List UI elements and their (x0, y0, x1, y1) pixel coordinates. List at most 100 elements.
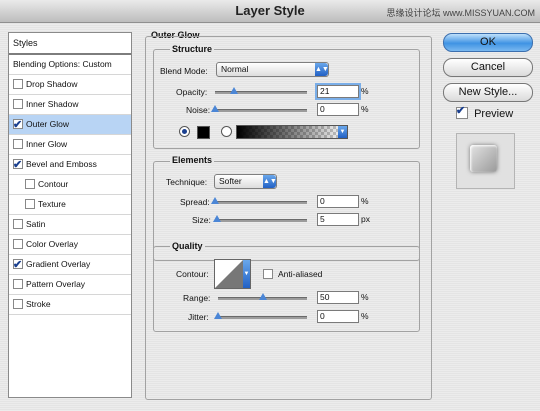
jitter-input[interactable]: 0 (317, 310, 359, 323)
jitter-unit: % (361, 311, 369, 321)
style-item-label: Blending Options: Custom (13, 59, 112, 69)
range-label: Range: (183, 293, 211, 303)
noise-label: Noise: (186, 105, 211, 115)
new-style-button[interactable]: New Style... (443, 83, 533, 102)
style-item-outer-glow[interactable]: Outer Glow (9, 115, 131, 135)
glow-gradient-picker[interactable]: ▼ (236, 125, 348, 139)
size-slider-thumb[interactable] (212, 215, 221, 222)
chevron-updown-icon: ▲▼ (263, 175, 277, 188)
cancel-button[interactable]: Cancel (443, 58, 533, 77)
contour-label: Contour: (176, 269, 209, 279)
style-item-label: Satin (26, 219, 46, 229)
title-bar: Layer Style 思缘设计论坛 www.MISSYUAN.COM (0, 0, 540, 23)
jitter-slider[interactable] (214, 312, 307, 319)
technique-value: Softer (219, 176, 242, 186)
range-slider[interactable] (218, 293, 307, 300)
range-unit: % (361, 292, 369, 302)
noise-unit: % (361, 104, 369, 114)
style-item-label: Inner Glow (26, 139, 68, 149)
structure-title: Structure (170, 44, 215, 54)
spread-slider-thumb[interactable] (211, 197, 219, 204)
size-input[interactable]: 5 (317, 213, 359, 226)
size-unit: px (361, 214, 370, 224)
style-item-label: Color Overlay (26, 239, 78, 249)
noise-slider-thumb[interactable] (211, 105, 219, 112)
solid-color-radio[interactable] (179, 126, 190, 137)
style-item-checkbox[interactable] (13, 278, 23, 289)
style-item-contour[interactable]: Contour (9, 175, 131, 195)
opacity-label: Opacity: (176, 87, 208, 97)
anti-aliased-checkbox[interactable] (263, 269, 273, 279)
opacity-slider-thumb[interactable] (230, 87, 239, 94)
quality-title: Quality (170, 241, 205, 251)
style-item-label: Contour (38, 179, 69, 189)
style-item-checkbox[interactable] (25, 178, 35, 189)
style-item-gradient-overlay[interactable]: Gradient Overlay (9, 255, 131, 275)
style-preview (456, 133, 515, 189)
chevron-down-icon: ▼ (338, 126, 347, 138)
jitter-slider-thumb[interactable] (214, 312, 222, 319)
technique-label: Technique: (166, 177, 208, 187)
preview-checkbox[interactable] (456, 104, 468, 120)
style-item-stroke[interactable]: Stroke (9, 295, 131, 315)
glow-color-swatch[interactable] (197, 126, 210, 139)
style-item-label: Texture (38, 199, 66, 209)
style-item-checkbox[interactable] (13, 98, 23, 109)
outer-glow-panel: Outer Glow Structure Blend Mode: Normal … (143, 30, 432, 402)
style-item-checkbox[interactable] (13, 78, 23, 89)
style-item-label: Drop Shadow (26, 79, 78, 89)
preview-toggle[interactable]: Preview (456, 104, 513, 120)
spread-input[interactable]: 0 (317, 195, 359, 208)
style-item-label: Gradient Overlay (26, 259, 91, 269)
style-item-label: Pattern Overlay (26, 279, 86, 289)
blend-mode-label: Blend Mode: (160, 66, 208, 76)
chevron-updown-icon: ▲▼ (315, 63, 329, 76)
style-item-checkbox[interactable] (13, 298, 23, 309)
style-item-checkbox[interactable] (13, 138, 23, 149)
noise-input[interactable]: 0 (317, 103, 359, 116)
style-item-inner-shadow[interactable]: Inner Shadow (9, 95, 131, 115)
spread-unit: % (361, 196, 369, 206)
style-item-bevel-and-emboss[interactable]: Bevel and Emboss (9, 155, 131, 175)
size-slider[interactable] (212, 215, 307, 222)
style-item-blending-options-custom[interactable]: Blending Options: Custom (9, 55, 131, 75)
style-item-label: Outer Glow (26, 119, 69, 129)
size-label: Size: (192, 215, 211, 225)
anti-aliased-label: Anti-aliased (278, 269, 323, 279)
style-item-checkbox[interactable] (13, 156, 23, 175)
jitter-label: Jitter: (188, 312, 209, 322)
style-item-inner-glow[interactable]: Inner Glow (9, 135, 131, 155)
blend-mode-select[interactable]: Normal ▲▼ (216, 62, 329, 77)
spread-slider[interactable] (211, 197, 307, 204)
range-input[interactable]: 50 (317, 291, 359, 304)
style-item-label: Bevel and Emboss (26, 159, 97, 169)
style-item-texture[interactable]: Texture (9, 195, 131, 215)
preview-thumbnail (470, 145, 497, 172)
gradient-radio[interactable] (221, 126, 232, 137)
style-item-drop-shadow[interactable]: Drop Shadow (9, 75, 131, 95)
style-item-pattern-overlay[interactable]: Pattern Overlay (9, 275, 131, 295)
style-item-checkbox[interactable] (25, 198, 35, 209)
elements-title: Elements (170, 155, 215, 165)
watermark: 思缘设计论坛 www.MISSYUAN.COM (386, 8, 535, 18)
style-item-checkbox[interactable] (13, 238, 23, 249)
blend-mode-value: Normal (221, 64, 249, 74)
style-item-checkbox[interactable] (13, 256, 23, 275)
range-slider-thumb[interactable] (258, 293, 267, 300)
style-item-color-overlay[interactable]: Color Overlay (9, 235, 131, 255)
style-item-checkbox[interactable] (13, 218, 23, 229)
opacity-slider[interactable] (215, 87, 307, 94)
contour-curve-icon (215, 260, 243, 288)
contour-picker[interactable] (214, 259, 244, 289)
styles-header[interactable]: Styles (9, 33, 131, 55)
style-item-checkbox[interactable] (13, 116, 23, 135)
technique-select[interactable]: Softer ▲▼ (214, 174, 277, 189)
noise-slider[interactable] (211, 105, 307, 112)
styles-list: Styles Blending Options: Custom Drop Shad… (8, 32, 132, 398)
opacity-input[interactable]: 21 (315, 83, 361, 100)
ok-button[interactable]: OK (443, 33, 533, 52)
style-item-label: Stroke (26, 299, 51, 309)
style-item-satin[interactable]: Satin (9, 215, 131, 235)
opacity-unit: % (361, 86, 369, 96)
chevron-down-icon[interactable]: ▼ (243, 259, 251, 289)
